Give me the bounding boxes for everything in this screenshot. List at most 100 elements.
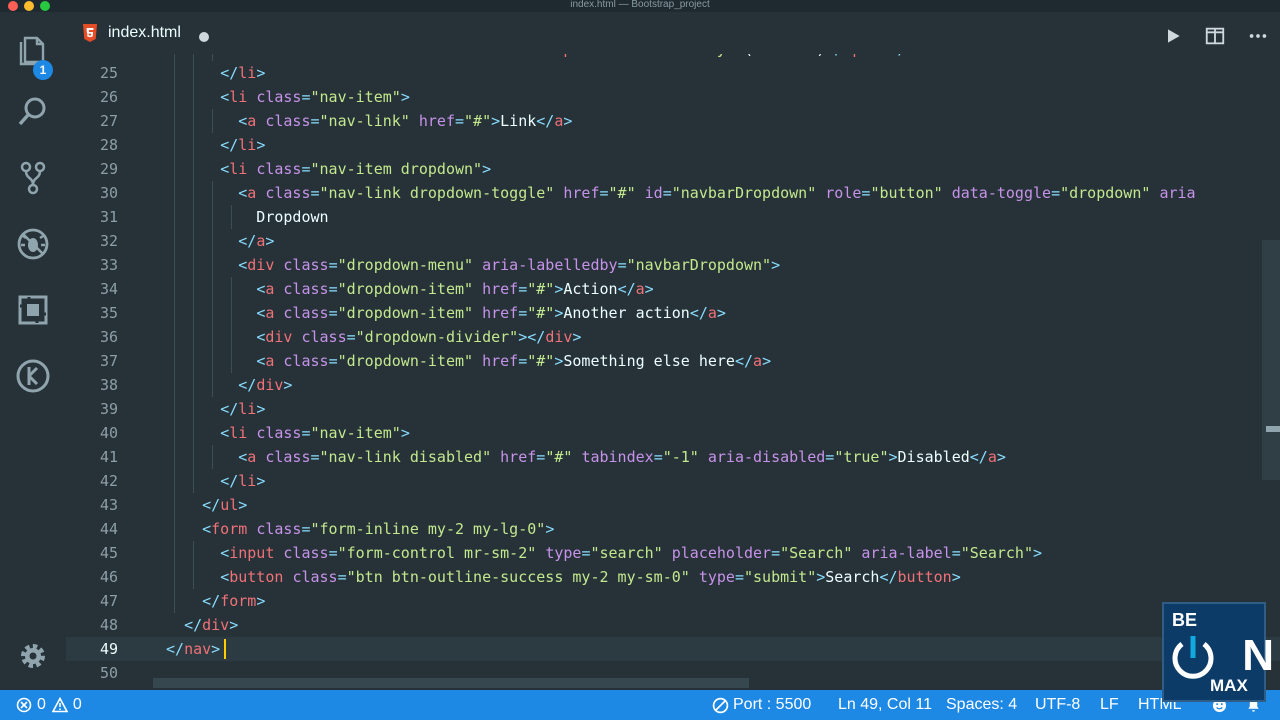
code-text: <a class="nav-link dropdown-toggle" href… (238, 184, 1196, 202)
vertical-scrollbar[interactable] (1262, 240, 1280, 480)
code-line[interactable]: 37 <a class="dropdown-item" href="#">Som… (66, 349, 1280, 373)
code-line[interactable]: 24 <a class="nav-link" href="#">Home <sp… (66, 54, 1280, 61)
indent-guide (193, 421, 194, 445)
code-line[interactable]: 38 </div> (66, 373, 1280, 397)
code-line[interactable]: 40 <li class="nav-item"> (66, 421, 1280, 445)
code-text: <a class="dropdown-item" href="#">Action… (256, 280, 654, 298)
split-editor-button[interactable] (1203, 24, 1227, 48)
html5-icon (83, 24, 97, 42)
indent-guide (212, 181, 213, 205)
line-ending[interactable]: LF (1100, 690, 1119, 720)
code-line[interactable]: 27 <a class="nav-link" href="#">Link</a> (66, 109, 1280, 133)
indent-guide (174, 181, 175, 205)
code-text: <a class="dropdown-item" href="#">Anothe… (256, 304, 726, 322)
indent-guide (174, 61, 175, 85)
indent-guide (212, 445, 213, 469)
tab-index-html[interactable]: index.html (66, 12, 230, 54)
line-number: 32 (99, 232, 118, 250)
code-line[interactable]: 28 </li> (66, 133, 1280, 157)
indent-guide (193, 229, 194, 253)
gear-icon[interactable] (13, 636, 53, 676)
code-text: </li> (220, 472, 266, 490)
code-line[interactable]: 41 <a class="nav-link disabled" href="#"… (66, 445, 1280, 469)
code-text: <div class="dropdown-menu" aria-labelled… (238, 256, 781, 274)
code-line[interactable]: 49 </nav> (66, 637, 1280, 661)
code-line[interactable]: 29 <li class="nav-item dropdown"> (66, 157, 1280, 181)
line-number: 36 (99, 328, 118, 346)
code-line[interactable]: 26 <li class="nav-item"> (66, 85, 1280, 109)
port-blocked-icon (712, 697, 729, 713)
line-number: 35 (99, 304, 118, 322)
indent-guide (174, 229, 175, 253)
indent-guide (174, 253, 175, 277)
search-icon[interactable] (13, 92, 53, 132)
line-number: 25 (99, 64, 118, 82)
encoding[interactable]: UTF-8 (1035, 690, 1080, 720)
code-line[interactable]: 25 </li> (66, 61, 1280, 85)
code-line[interactable]: 35 <a class="dropdown-item" href="#">Ano… (66, 301, 1280, 325)
title-bar: index.html — Bootstrap_project (0, 0, 1280, 12)
code-line[interactable]: 32 </a> (66, 229, 1280, 253)
unsaved-indicator[interactable] (199, 32, 209, 42)
code-line[interactable]: 39 </li> (66, 397, 1280, 421)
code-line[interactable]: 34 <a class="dropdown-item" href="#">Act… (66, 277, 1280, 301)
indent-guide (212, 325, 213, 349)
remote-icon[interactable] (13, 356, 53, 396)
indent-guide (174, 373, 175, 397)
source-control-icon[interactable] (13, 158, 53, 198)
indent-guide (174, 133, 175, 157)
indent-guide (231, 205, 232, 229)
indent-guide (174, 54, 175, 61)
indent-guide (174, 469, 175, 493)
warning-count: 0 (72, 696, 82, 713)
code-line[interactable]: 48 </div> (66, 613, 1280, 637)
warning-icon (51, 697, 68, 713)
indent-guide (193, 541, 194, 565)
window-title: index.html — Bootstrap_project (570, 0, 710, 10)
line-number: 49 (99, 640, 118, 658)
problems-indicator[interactable]: 0 0 (16, 690, 82, 720)
code-editor[interactable]: 24 <a class="nav-link" href="#">Home <sp… (66, 54, 1280, 690)
cursor-position[interactable]: Ln 49, Col 11 (838, 690, 932, 720)
indent-guide (174, 325, 175, 349)
code-line[interactable]: 31 Dropdown (66, 205, 1280, 229)
debug-icon[interactable] (13, 224, 53, 264)
extensions-icon[interactable] (13, 290, 53, 330)
indent-guide (193, 253, 194, 277)
line-number: 42 (99, 472, 118, 490)
line-number: 28 (99, 136, 118, 154)
code-line[interactable]: 47 </form> (66, 589, 1280, 613)
code-line[interactable]: 43 </ul> (66, 493, 1280, 517)
code-line[interactable]: 36 <div class="dropdown-divider"></div> (66, 325, 1280, 349)
explorer-badge: 1 (33, 60, 53, 80)
code-text: <a class="dropdown-item" href="#">Someth… (256, 352, 772, 370)
indent-guide (174, 109, 175, 133)
code-line[interactable]: 44 <form class="form-inline my-2 my-lg-0… (66, 517, 1280, 541)
code-text: <form class="form-inline my-2 my-lg-0"> (202, 520, 555, 538)
live-server-port[interactable]: Port : 5500 (712, 690, 811, 720)
line-number: 34 (99, 280, 118, 298)
indentation[interactable]: Spaces: 4 (946, 690, 1017, 720)
code-text: Dropdown (166, 208, 329, 226)
indent-guide (174, 349, 175, 373)
indent-guide (193, 325, 194, 349)
code-line[interactable]: 33 <div class="dropdown-menu" aria-label… (66, 253, 1280, 277)
line-number: 24 (66, 54, 118, 61)
code-text: <div class="dropdown-divider"></div> (256, 328, 582, 346)
tab-label: index.html (108, 24, 181, 41)
code-line[interactable]: 30 <a class="nav-link dropdown-toggle" h… (66, 181, 1280, 205)
indent-guide (193, 181, 194, 205)
line-number: 29 (99, 160, 118, 178)
code-text: </li> (220, 400, 266, 418)
code-line[interactable]: 42 </li> (66, 469, 1280, 493)
run-button[interactable] (1161, 24, 1185, 48)
code-text: <button class="btn btn-outline-success m… (220, 568, 961, 586)
text-cursor (224, 639, 226, 659)
horizontal-scrollbar[interactable] (153, 678, 749, 688)
more-actions-button[interactable] (1246, 24, 1270, 48)
code-line[interactable]: 45 <input class="form-control mr-sm-2" t… (66, 541, 1280, 565)
code-text: </form> (202, 592, 266, 610)
error-icon (16, 697, 32, 713)
indent-guide (174, 397, 175, 421)
code-line[interactable]: 46 <button class="btn btn-outline-succes… (66, 565, 1280, 589)
